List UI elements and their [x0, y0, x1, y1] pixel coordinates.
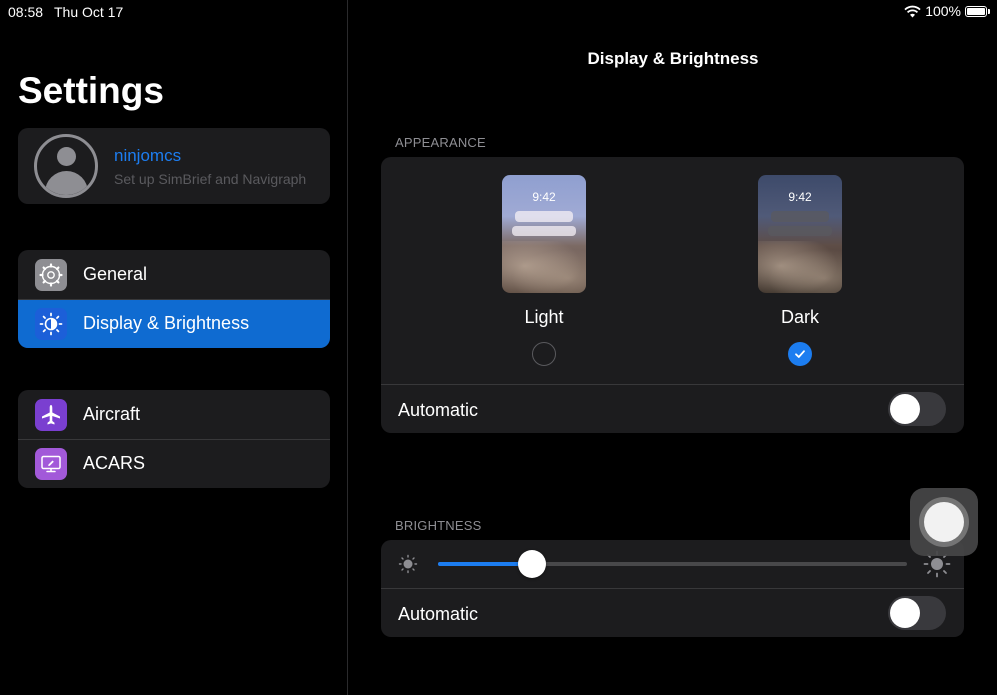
appearance-automatic-label: Automatic: [398, 400, 479, 420]
sidebar-item-general[interactable]: General: [18, 250, 330, 299]
brightness-panel: Automatic: [381, 540, 964, 637]
toggle-knob: [890, 598, 920, 628]
brightness-icon: [35, 307, 67, 340]
divider: [381, 384, 964, 385]
nav-group-2: Aircraft ACARS: [18, 390, 330, 488]
battery-icon: [965, 5, 990, 17]
brightness-section-label: BRIGHTNESS: [395, 518, 482, 533]
sun-small-icon: [398, 554, 418, 574]
preview-time: 9:42: [532, 190, 556, 204]
theme-label: Dark: [780, 307, 819, 327]
sidebar-item-label: Aircraft: [83, 404, 141, 424]
appearance-panel: 9:42 Light 9:42 Dark Automatic: [381, 157, 964, 433]
sidebar-item-label: ACARS: [83, 453, 146, 473]
assistive-touch-button[interactable]: [910, 488, 978, 556]
brightness-slider-knob[interactable]: [517, 550, 546, 578]
toggle-knob: [890, 394, 920, 424]
gear-icon: [35, 258, 67, 291]
status-right: 100%: [904, 3, 990, 19]
divider: [381, 588, 964, 589]
light-radio[interactable]: [532, 342, 556, 366]
battery-percent: 100%: [925, 3, 961, 19]
wifi-icon: [904, 5, 921, 17]
sidebar-item-label: General: [83, 264, 148, 284]
airplane-icon: [35, 398, 67, 431]
theme-option-light[interactable]: 9:42 Light: [502, 175, 586, 366]
preview-time: 9:42: [788, 190, 812, 204]
assistive-touch-icon: [919, 497, 969, 547]
nav-group-1: General Display & Brightness: [18, 250, 330, 348]
dark-preview: 9:42: [758, 175, 842, 293]
brightness-slider[interactable]: [438, 550, 907, 578]
sidebar-item-acars[interactable]: ACARS: [18, 439, 330, 488]
monitor-icon: [35, 447, 67, 480]
light-preview: 9:42: [502, 175, 586, 293]
sidebar-item-display-brightness[interactable]: Display & Brightness: [18, 299, 330, 348]
brightness-automatic-toggle[interactable]: [888, 596, 946, 630]
detail-title: Display & Brightness: [587, 49, 759, 68]
profile-name: ninjomcs: [114, 145, 182, 165]
brightness-automatic-label: Automatic: [398, 604, 479, 624]
theme-label: Light: [524, 307, 564, 327]
page-title: Settings: [18, 70, 164, 111]
checkmark-icon: [795, 350, 805, 358]
profile-subtitle: Set up SimBrief and Navigraph: [114, 170, 307, 187]
dark-radio[interactable]: [788, 342, 812, 366]
profile-card[interactable]: ninjomcs Set up SimBrief and Navigraph: [18, 128, 330, 204]
sidebar-item-label: Display & Brightness: [83, 313, 250, 333]
appearance-section-label: APPEARANCE: [395, 135, 486, 150]
appearance-automatic-toggle[interactable]: [888, 392, 946, 426]
avatar: [34, 134, 98, 198]
sidebar-item-aircraft[interactable]: Aircraft: [18, 390, 330, 439]
sidebar: Settings ninjomcs Set up SimBrief and Na…: [0, 0, 348, 695]
theme-option-dark[interactable]: 9:42 Dark: [758, 175, 842, 366]
